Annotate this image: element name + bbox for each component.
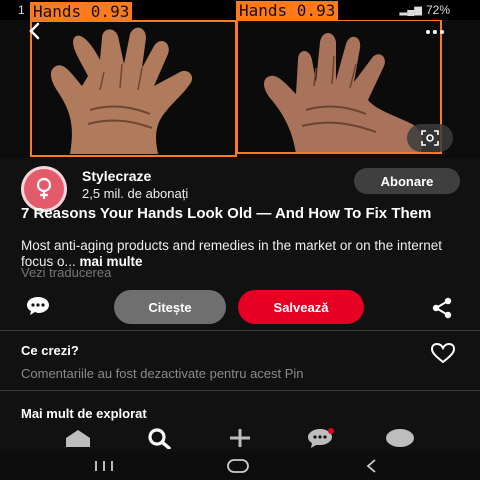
battery-percent: 72% (425, 3, 450, 17)
follow-button[interactable]: Abonare (354, 168, 460, 194)
messages-icon[interactable] (304, 426, 336, 450)
back-icon[interactable] (364, 456, 380, 476)
home-icon[interactable] (62, 426, 94, 450)
divider (0, 330, 480, 331)
search-icon[interactable] (143, 426, 175, 450)
notification-dot (328, 428, 334, 434)
status-time: 1 (18, 3, 25, 17)
explore-heading: Mai mult de explorat (21, 406, 147, 421)
bottom-navigation (0, 424, 480, 452)
home-button-icon[interactable] (226, 456, 250, 476)
more-options-icon[interactable] (426, 30, 444, 34)
pin-details: Stylecraze 2,5 mil. de abonați Abonare 7… (0, 158, 480, 424)
status-icons: ▂▄▆ 72% (400, 3, 451, 17)
detection-label-left: Hands 0.93 (30, 2, 133, 22)
create-icon[interactable] (224, 426, 256, 450)
detection-box-left (30, 20, 237, 157)
save-button[interactable]: Salvează (238, 290, 364, 324)
comments-disabled-text: Comentariile au fost dezactivate pentru … (21, 366, 304, 381)
visual-search-icon[interactable] (407, 124, 453, 152)
pin-title: 7 Reasons Your Hands Look Old — And How … (21, 205, 432, 222)
creator-name[interactable]: Stylecraze (82, 168, 151, 184)
detection-label-right: Hands 0.93 (236, 1, 339, 21)
follower-count: 2,5 mil. de abonați (82, 186, 189, 201)
female-symbol-icon (36, 177, 52, 199)
read-button[interactable]: Citește (114, 290, 226, 324)
comment-icon[interactable] (24, 295, 52, 317)
signal-icon: ▂▄▆ (399, 4, 422, 16)
recents-icon[interactable] (92, 456, 116, 476)
system-navigation (0, 452, 480, 480)
share-icon[interactable] (430, 297, 454, 319)
profile-icon[interactable] (384, 426, 416, 450)
comments-heading: Ce crezi? (21, 343, 79, 358)
see-translation-link[interactable]: Vezi traducerea (21, 265, 111, 280)
heart-icon[interactable] (430, 342, 456, 364)
back-arrow-icon[interactable] (26, 20, 50, 44)
divider (0, 390, 480, 391)
